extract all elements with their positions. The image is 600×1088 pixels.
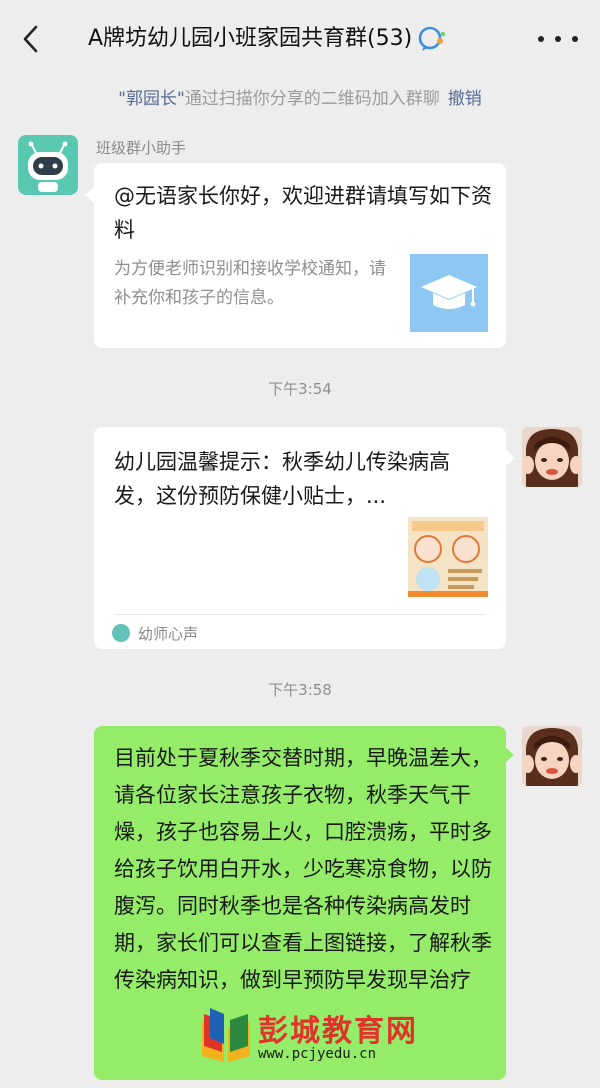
bubble-tail	[505, 449, 515, 467]
notice-user-link[interactable]: "郭园长"	[118, 89, 185, 109]
source-logo-icon	[112, 624, 130, 642]
self-avatar[interactable]	[522, 726, 582, 786]
assistant-avatar[interactable]	[18, 135, 78, 195]
book-logo-icon	[202, 1008, 250, 1062]
user-avatar-photo	[522, 427, 582, 487]
message-timestamp: 下午3:58	[268, 681, 332, 699]
more-dots-icon	[538, 36, 544, 42]
article-title: 幼儿园温馨提示：秋季幼儿传染病高发，这份预防保健小贴士，...	[114, 450, 450, 508]
notice-text: 通过扫描你分享的二维码加入群聊	[184, 89, 440, 109]
site-watermark: 彭城教育网 www.pcjyedu.cn	[196, 1004, 426, 1074]
article-source: 幼师心声	[112, 621, 198, 645]
sender-name: 班级群小助手	[96, 139, 187, 157]
system-notice: "郭园长"通过扫描你分享的二维码加入群聊 撤销	[0, 86, 600, 112]
user-avatar-photo	[522, 726, 582, 786]
group-chat-icon	[416, 25, 448, 53]
card-title: @无语家长你好，欢迎进群请填写如下资料	[114, 184, 492, 242]
chat-title-text: A牌坊幼儿园小班家园共育群(53)	[88, 26, 413, 51]
article-thumbnail	[408, 517, 488, 597]
back-button[interactable]	[14, 22, 48, 56]
robot-icon	[28, 141, 68, 192]
article-link-card[interactable]: 幼儿园温馨提示：秋季幼儿传染病高发，这份预防保健小贴士，... 幼师心声	[94, 427, 506, 649]
card-description: 为方便老师识别和接收学校通知，请补充你和孩子的信息。	[114, 259, 386, 308]
chat-header: A牌坊幼儿园小班家园共育群(53)	[0, 0, 600, 78]
source-name: 幼师心声	[138, 624, 199, 643]
message-text: 目前处于夏秋季交替时期，早晚温差大，请各位家长注意孩子衣物，秋季天气干燥，孩子也…	[114, 746, 492, 992]
card-divider	[114, 614, 486, 615]
mini-program-card[interactable]: @无语家长你好，欢迎进群请填写如下资料 为方便老师识别和接收学校通知，请补充你和…	[94, 163, 506, 348]
chevron-left-icon	[23, 25, 38, 53]
self-avatar[interactable]	[522, 427, 582, 487]
more-button[interactable]	[538, 26, 578, 52]
graduation-cap-icon	[410, 254, 488, 332]
watermark-url: www.pcjyedu.cn	[258, 1046, 377, 1062]
revoke-link[interactable]: 撤销	[448, 89, 482, 109]
message-timestamp: 下午3:54	[268, 380, 332, 398]
watermark-title: 彭城教育网	[258, 1014, 418, 1049]
chat-title: A牌坊幼儿园小班家园共育群(53)	[88, 22, 508, 56]
